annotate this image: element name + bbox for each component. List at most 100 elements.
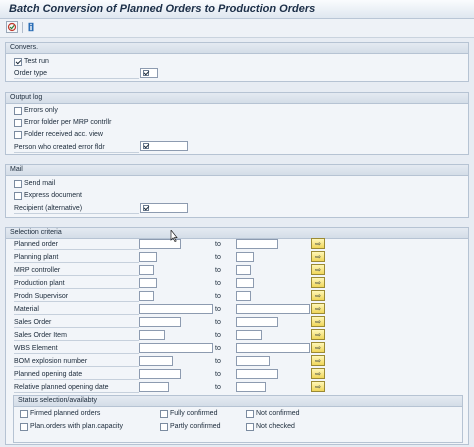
mrp-controller-high-field[interactable]: [236, 265, 251, 275]
partly-confirmed-label: Partly confirmed: [170, 423, 221, 430]
label-underline: [14, 262, 139, 263]
firmed-planned-orders-checkbox[interactable]: [20, 410, 28, 418]
multiple-selection-button[interactable]: ⇨: [311, 316, 325, 327]
group-conversion: Convers. Test run Order type: [5, 42, 469, 82]
bom-explosion-low-field[interactable]: [139, 356, 173, 366]
multiple-selection-button[interactable]: ⇨: [311, 303, 325, 314]
toolbar-separator: [22, 22, 23, 33]
sales-order-item-high-field[interactable]: [236, 330, 262, 340]
title-bar: Batch Conversion of Planned Orders to Pr…: [0, 0, 474, 19]
send-mail-checkbox[interactable]: [14, 180, 22, 188]
selection-row-label: Prodn Supervisor: [14, 293, 69, 300]
selection-row-label: Production plant: [14, 280, 65, 287]
recipient-label: Recipient (alternative): [14, 205, 83, 212]
selection-row-label: Planned opening date: [14, 371, 83, 378]
relative-opening-date-high-field[interactable]: [236, 382, 266, 392]
wbs-element-high-field[interactable]: [236, 343, 310, 353]
label-underline: [14, 366, 139, 367]
selection-row-label: MRP controller: [14, 267, 61, 274]
production-plant-low-field[interactable]: [139, 278, 157, 288]
material-high-field[interactable]: [236, 304, 310, 314]
fully-confirmed-checkbox[interactable]: [160, 410, 168, 418]
planned-order-high-field[interactable]: [236, 239, 278, 249]
multiple-selection-button[interactable]: ⇨: [311, 264, 325, 275]
to-label: to: [215, 371, 221, 378]
execute-button[interactable]: [6, 21, 18, 33]
group-title: Selection criteria: [6, 228, 468, 239]
multiple-selection-icon: ⇨: [315, 305, 321, 313]
not-checked-label: Not checked: [256, 423, 295, 430]
multiple-selection-button[interactable]: ⇨: [311, 329, 325, 340]
error-folder-checkbox[interactable]: [14, 119, 22, 127]
order-type-field[interactable]: [140, 68, 158, 78]
error-folder-label: Error folder per MRP contrllr: [24, 119, 112, 126]
planning-plant-low-field[interactable]: [139, 252, 157, 262]
to-label: to: [215, 319, 221, 326]
multiple-selection-button[interactable]: ⇨: [311, 355, 325, 366]
multiple-selection-button[interactable]: ⇨: [311, 238, 325, 249]
errors-only-checkbox[interactable]: [14, 107, 22, 115]
group-title-text: Selection criteria: [10, 229, 62, 236]
multiple-selection-icon: ⇨: [315, 266, 321, 274]
multiple-selection-icon: ⇨: [315, 344, 321, 352]
wbs-element-low-field[interactable]: [139, 343, 213, 353]
multiple-selection-icon: ⇨: [315, 292, 321, 300]
partly-confirmed-checkbox[interactable]: [160, 423, 168, 431]
label-underline: [14, 392, 139, 393]
to-label: to: [215, 293, 221, 300]
multiple-selection-icon: ⇨: [315, 383, 321, 391]
label-underline: [14, 340, 139, 341]
required-check-icon: [143, 205, 149, 211]
folder-received-checkbox[interactable]: [14, 131, 22, 139]
prodn-supervisor-high-field[interactable]: [236, 291, 251, 301]
planned-opening-date-low-field[interactable]: [139, 369, 181, 379]
group-mail: Mail Send mail Express document Recipien…: [5, 164, 469, 218]
to-label: to: [215, 241, 221, 248]
group-title: Output log: [6, 93, 468, 104]
multiple-selection-icon: ⇨: [315, 331, 321, 339]
label-underline: [14, 249, 139, 250]
bom-explosion-high-field[interactable]: [236, 356, 270, 366]
planned-opening-date-high-field[interactable]: [236, 369, 278, 379]
plan-orders-capacity-checkbox[interactable]: [20, 423, 28, 431]
multiple-selection-icon: ⇨: [315, 253, 321, 261]
prodn-supervisor-low-field[interactable]: [139, 291, 154, 301]
multiple-selection-icon: ⇨: [315, 279, 321, 287]
selection-row-label: Sales Order Item: [14, 332, 67, 339]
test-run-checkbox[interactable]: [14, 58, 22, 66]
multiple-selection-button[interactable]: ⇨: [311, 251, 325, 262]
mrp-controller-low-field[interactable]: [139, 265, 154, 275]
person-created-field[interactable]: [140, 141, 188, 151]
folder-received-label: Folder received acc. view: [24, 131, 103, 138]
info-button[interactable]: [25, 21, 37, 33]
selection-row-label: BOM explosion number: [14, 358, 88, 365]
express-document-checkbox[interactable]: [14, 192, 22, 200]
group-output-log: Output log Errors only Error folder per …: [5, 92, 469, 155]
multiple-selection-button[interactable]: ⇨: [311, 368, 325, 379]
multiple-selection-button[interactable]: ⇨: [311, 342, 325, 353]
plan-orders-capacity-label: Plan.orders with plan.capacity: [30, 423, 123, 430]
to-label: to: [215, 384, 221, 391]
label-underline: [14, 379, 139, 380]
express-document-label: Express document: [24, 192, 82, 199]
firmed-planned-orders-label: Firmed planned orders: [30, 410, 101, 417]
group-title-text: Status selection/availabty: [18, 397, 97, 404]
multiple-selection-button[interactable]: ⇨: [311, 277, 325, 288]
recipient-field[interactable]: [140, 203, 188, 213]
material-low-field[interactable]: [139, 304, 213, 314]
sales-order-low-field[interactable]: [139, 317, 181, 327]
label-underline: [14, 327, 139, 328]
sales-order-item-low-field[interactable]: [139, 330, 165, 340]
multiple-selection-button[interactable]: ⇨: [311, 290, 325, 301]
multiple-selection-icon: ⇨: [315, 240, 321, 248]
sales-order-high-field[interactable]: [236, 317, 278, 327]
planning-plant-high-field[interactable]: [236, 252, 254, 262]
multiple-selection-button[interactable]: ⇨: [311, 381, 325, 392]
not-confirmed-checkbox[interactable]: [246, 410, 254, 418]
relative-opening-date-low-field[interactable]: [139, 382, 169, 392]
errors-only-label: Errors only: [24, 107, 58, 114]
to-label: to: [215, 267, 221, 274]
not-checked-checkbox[interactable]: [246, 423, 254, 431]
to-label: to: [215, 280, 221, 287]
production-plant-high-field[interactable]: [236, 278, 254, 288]
